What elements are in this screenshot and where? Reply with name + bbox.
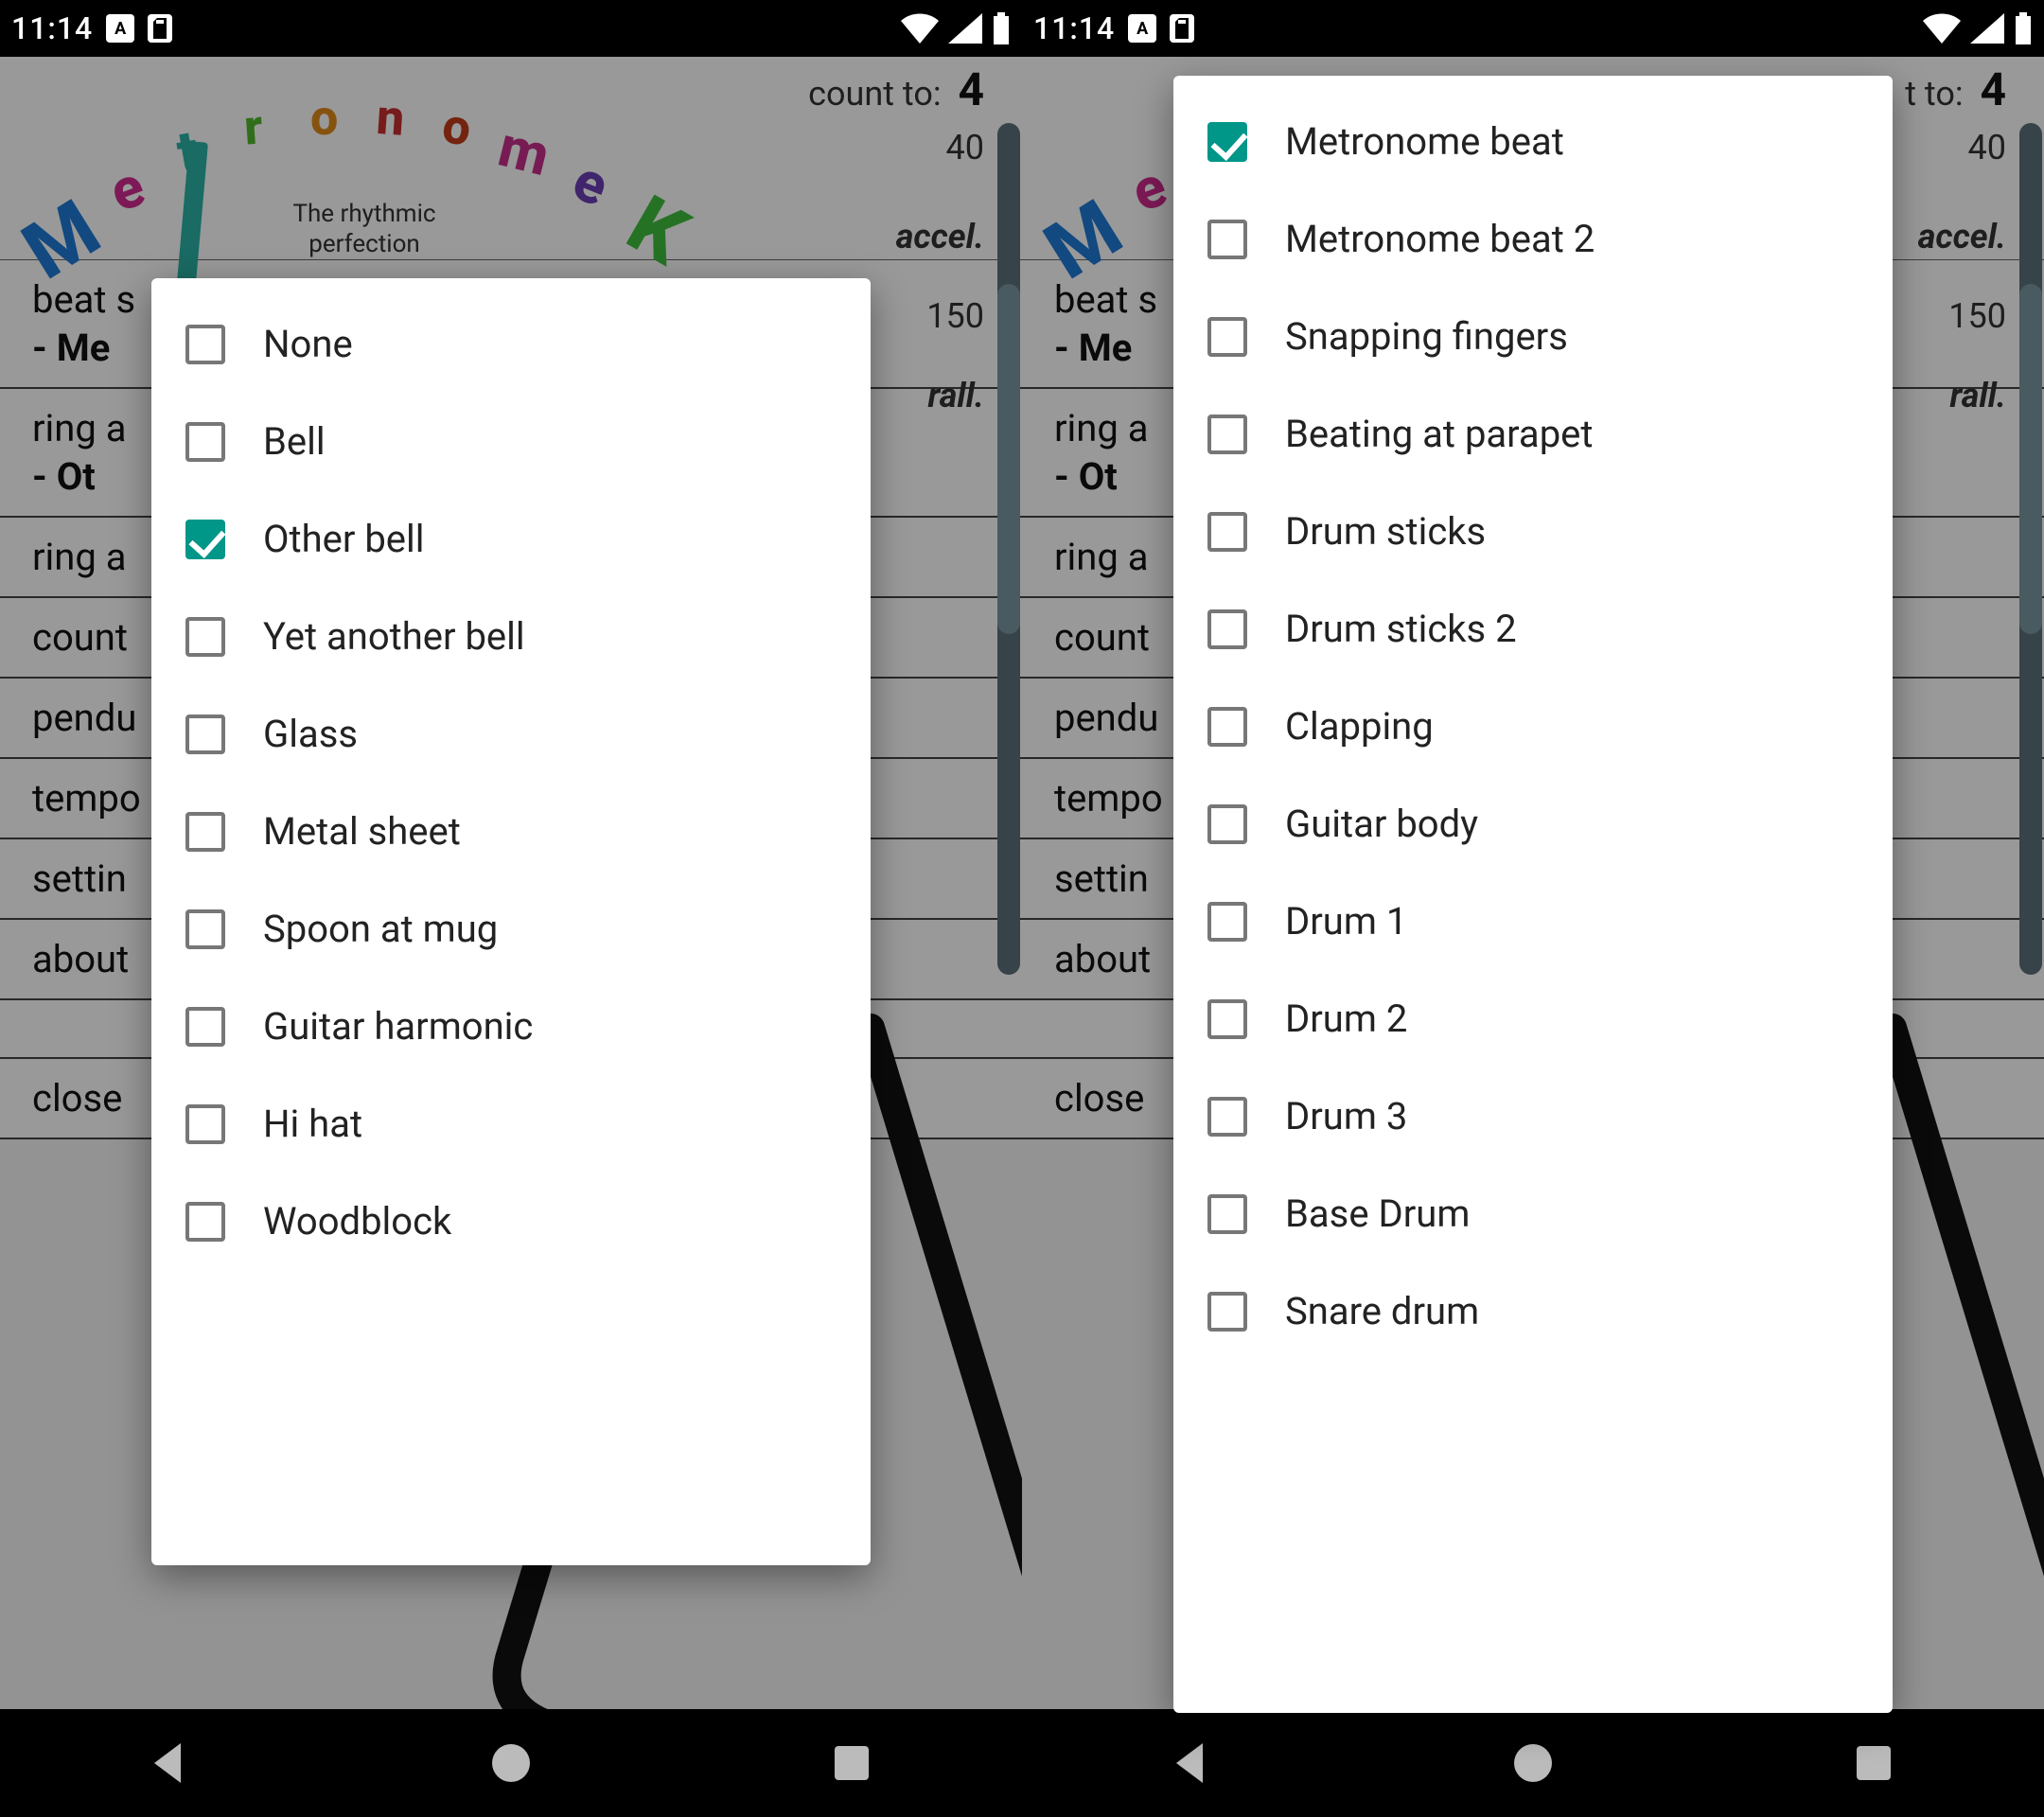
sound-option[interactable]: Metronome beat <box>1173 93 1893 190</box>
android-navbar <box>1022 1709 2044 1817</box>
sound-option[interactable]: Yet another bell <box>151 588 871 685</box>
option-label: Clapping <box>1285 704 1434 749</box>
status-chip-a: A <box>1128 14 1156 43</box>
checkbox[interactable] <box>1207 317 1247 357</box>
checkbox[interactable] <box>185 1202 225 1242</box>
checkbox[interactable] <box>185 1104 225 1144</box>
checkbox[interactable] <box>1207 220 1247 259</box>
option-label: Yet another bell <box>263 614 525 659</box>
sound-option[interactable]: Glass <box>151 685 871 783</box>
phone-left: 11:14 A MetronomeK The rhythmicperfectio… <box>0 0 1022 1817</box>
battery-icon <box>2014 12 2033 44</box>
checkbox[interactable] <box>185 422 225 462</box>
status-chip-sd <box>1170 14 1194 43</box>
sound-option[interactable]: Beating at parapet <box>1173 385 1893 483</box>
status-chip-sd <box>148 14 172 43</box>
option-label: Hi hat <box>263 1102 362 1146</box>
checkbox[interactable] <box>185 617 225 657</box>
option-label: Other bell <box>263 517 424 561</box>
sound-option[interactable]: Metronome beat 2 <box>1173 190 1893 288</box>
option-label: Drum 2 <box>1285 997 1407 1041</box>
sound-option[interactable]: Spoon at mug <box>151 880 871 978</box>
phone-right: 11:14 A MetronomeK The rhythmicperfectio… <box>1022 0 2044 1817</box>
checkbox[interactable] <box>185 325 225 364</box>
nav-home-icon[interactable] <box>487 1739 535 1787</box>
option-label: Metal sheet <box>263 809 461 854</box>
option-label: Drum sticks 2 <box>1285 607 1517 651</box>
sound-option[interactable]: Clapping <box>1173 678 1893 775</box>
option-label: Spoon at mug <box>263 907 498 951</box>
sound-option[interactable]: None <box>151 295 871 393</box>
sound-option[interactable]: Other bell <box>151 490 871 588</box>
sound-option[interactable]: Bell <box>151 393 871 490</box>
checkbox[interactable] <box>1207 902 1247 942</box>
checkbox[interactable] <box>185 909 225 949</box>
nav-recent-icon[interactable] <box>1850 1739 1897 1787</box>
checkbox-checked[interactable] <box>1207 122 1247 162</box>
nav-recent-icon[interactable] <box>828 1739 875 1787</box>
option-label: Metronome beat 2 <box>1285 217 1595 261</box>
option-label: Metronome beat <box>1285 119 1564 164</box>
sound-option[interactable]: Drum sticks 2 <box>1173 580 1893 678</box>
sound-option[interactable]: Guitar harmonic <box>151 978 871 1075</box>
checkbox[interactable] <box>1207 415 1247 454</box>
option-label: Snapping fingers <box>1285 314 1568 359</box>
sound-option[interactable]: Drum 2 <box>1173 970 1893 1067</box>
checkbox[interactable] <box>1207 1097 1247 1137</box>
option-label: Drum 1 <box>1285 899 1407 944</box>
checkbox[interactable] <box>1207 1292 1247 1332</box>
option-label: Snare drum <box>1285 1289 1479 1333</box>
nav-back-icon[interactable] <box>147 1739 194 1787</box>
wifi-icon <box>1923 13 1961 44</box>
status-time: 11:14 <box>11 10 93 46</box>
sound-option[interactable]: Drum 1 <box>1173 873 1893 970</box>
checkbox[interactable] <box>185 1007 225 1047</box>
checkbox[interactable] <box>185 812 225 852</box>
option-label: Bell <box>263 419 326 464</box>
sound-option[interactable]: Drum 3 <box>1173 1067 1893 1165</box>
option-label: Beating at parapet <box>1285 412 1593 456</box>
status-chip-a: A <box>106 14 134 43</box>
signal-icon <box>948 13 982 44</box>
option-label: Drum sticks <box>1285 509 1486 554</box>
option-label: None <box>263 322 353 366</box>
option-label: Base Drum <box>1285 1191 1470 1236</box>
sound-option[interactable]: Base Drum <box>1173 1165 1893 1262</box>
option-label: Woodblock <box>263 1199 451 1244</box>
sound-picker-popup: None Bell Other bell Yet another bell Glass M… <box>151 278 871 1565</box>
checkbox[interactable] <box>185 714 225 754</box>
status-bar: 11:14 A <box>0 0 1022 57</box>
option-label: Guitar harmonic <box>263 1004 533 1049</box>
option-label: Drum 3 <box>1285 1094 1407 1138</box>
nav-back-icon[interactable] <box>1169 1739 1216 1787</box>
signal-icon <box>1970 13 2004 44</box>
android-navbar <box>0 1709 1022 1817</box>
checkbox[interactable] <box>1207 804 1247 844</box>
option-label: Glass <box>263 712 358 756</box>
checkbox[interactable] <box>1207 1194 1247 1234</box>
checkbox-checked[interactable] <box>185 520 225 559</box>
sound-option[interactable]: Metal sheet <box>151 783 871 880</box>
wifi-icon <box>901 13 939 44</box>
checkbox[interactable] <box>1207 609 1247 649</box>
checkbox[interactable] <box>1207 999 1247 1039</box>
sound-option[interactable]: Guitar body <box>1173 775 1893 873</box>
sound-option[interactable]: Drum sticks <box>1173 483 1893 580</box>
battery-icon <box>992 12 1011 44</box>
checkbox[interactable] <box>1207 707 1247 747</box>
status-time: 11:14 <box>1033 10 1115 46</box>
beat-picker-popup: Metronome beat Metronome beat 2 Snapping f… <box>1173 76 1893 1713</box>
sound-option[interactable]: Woodblock <box>151 1173 871 1270</box>
nav-home-icon[interactable] <box>1509 1739 1557 1787</box>
sound-option[interactable]: Hi hat <box>151 1075 871 1173</box>
option-label: Guitar body <box>1285 802 1478 846</box>
sound-option[interactable]: Snare drum <box>1173 1262 1893 1360</box>
sound-option[interactable]: Snapping fingers <box>1173 288 1893 385</box>
status-bar: 11:14 A <box>1022 0 2044 57</box>
checkbox[interactable] <box>1207 512 1247 552</box>
